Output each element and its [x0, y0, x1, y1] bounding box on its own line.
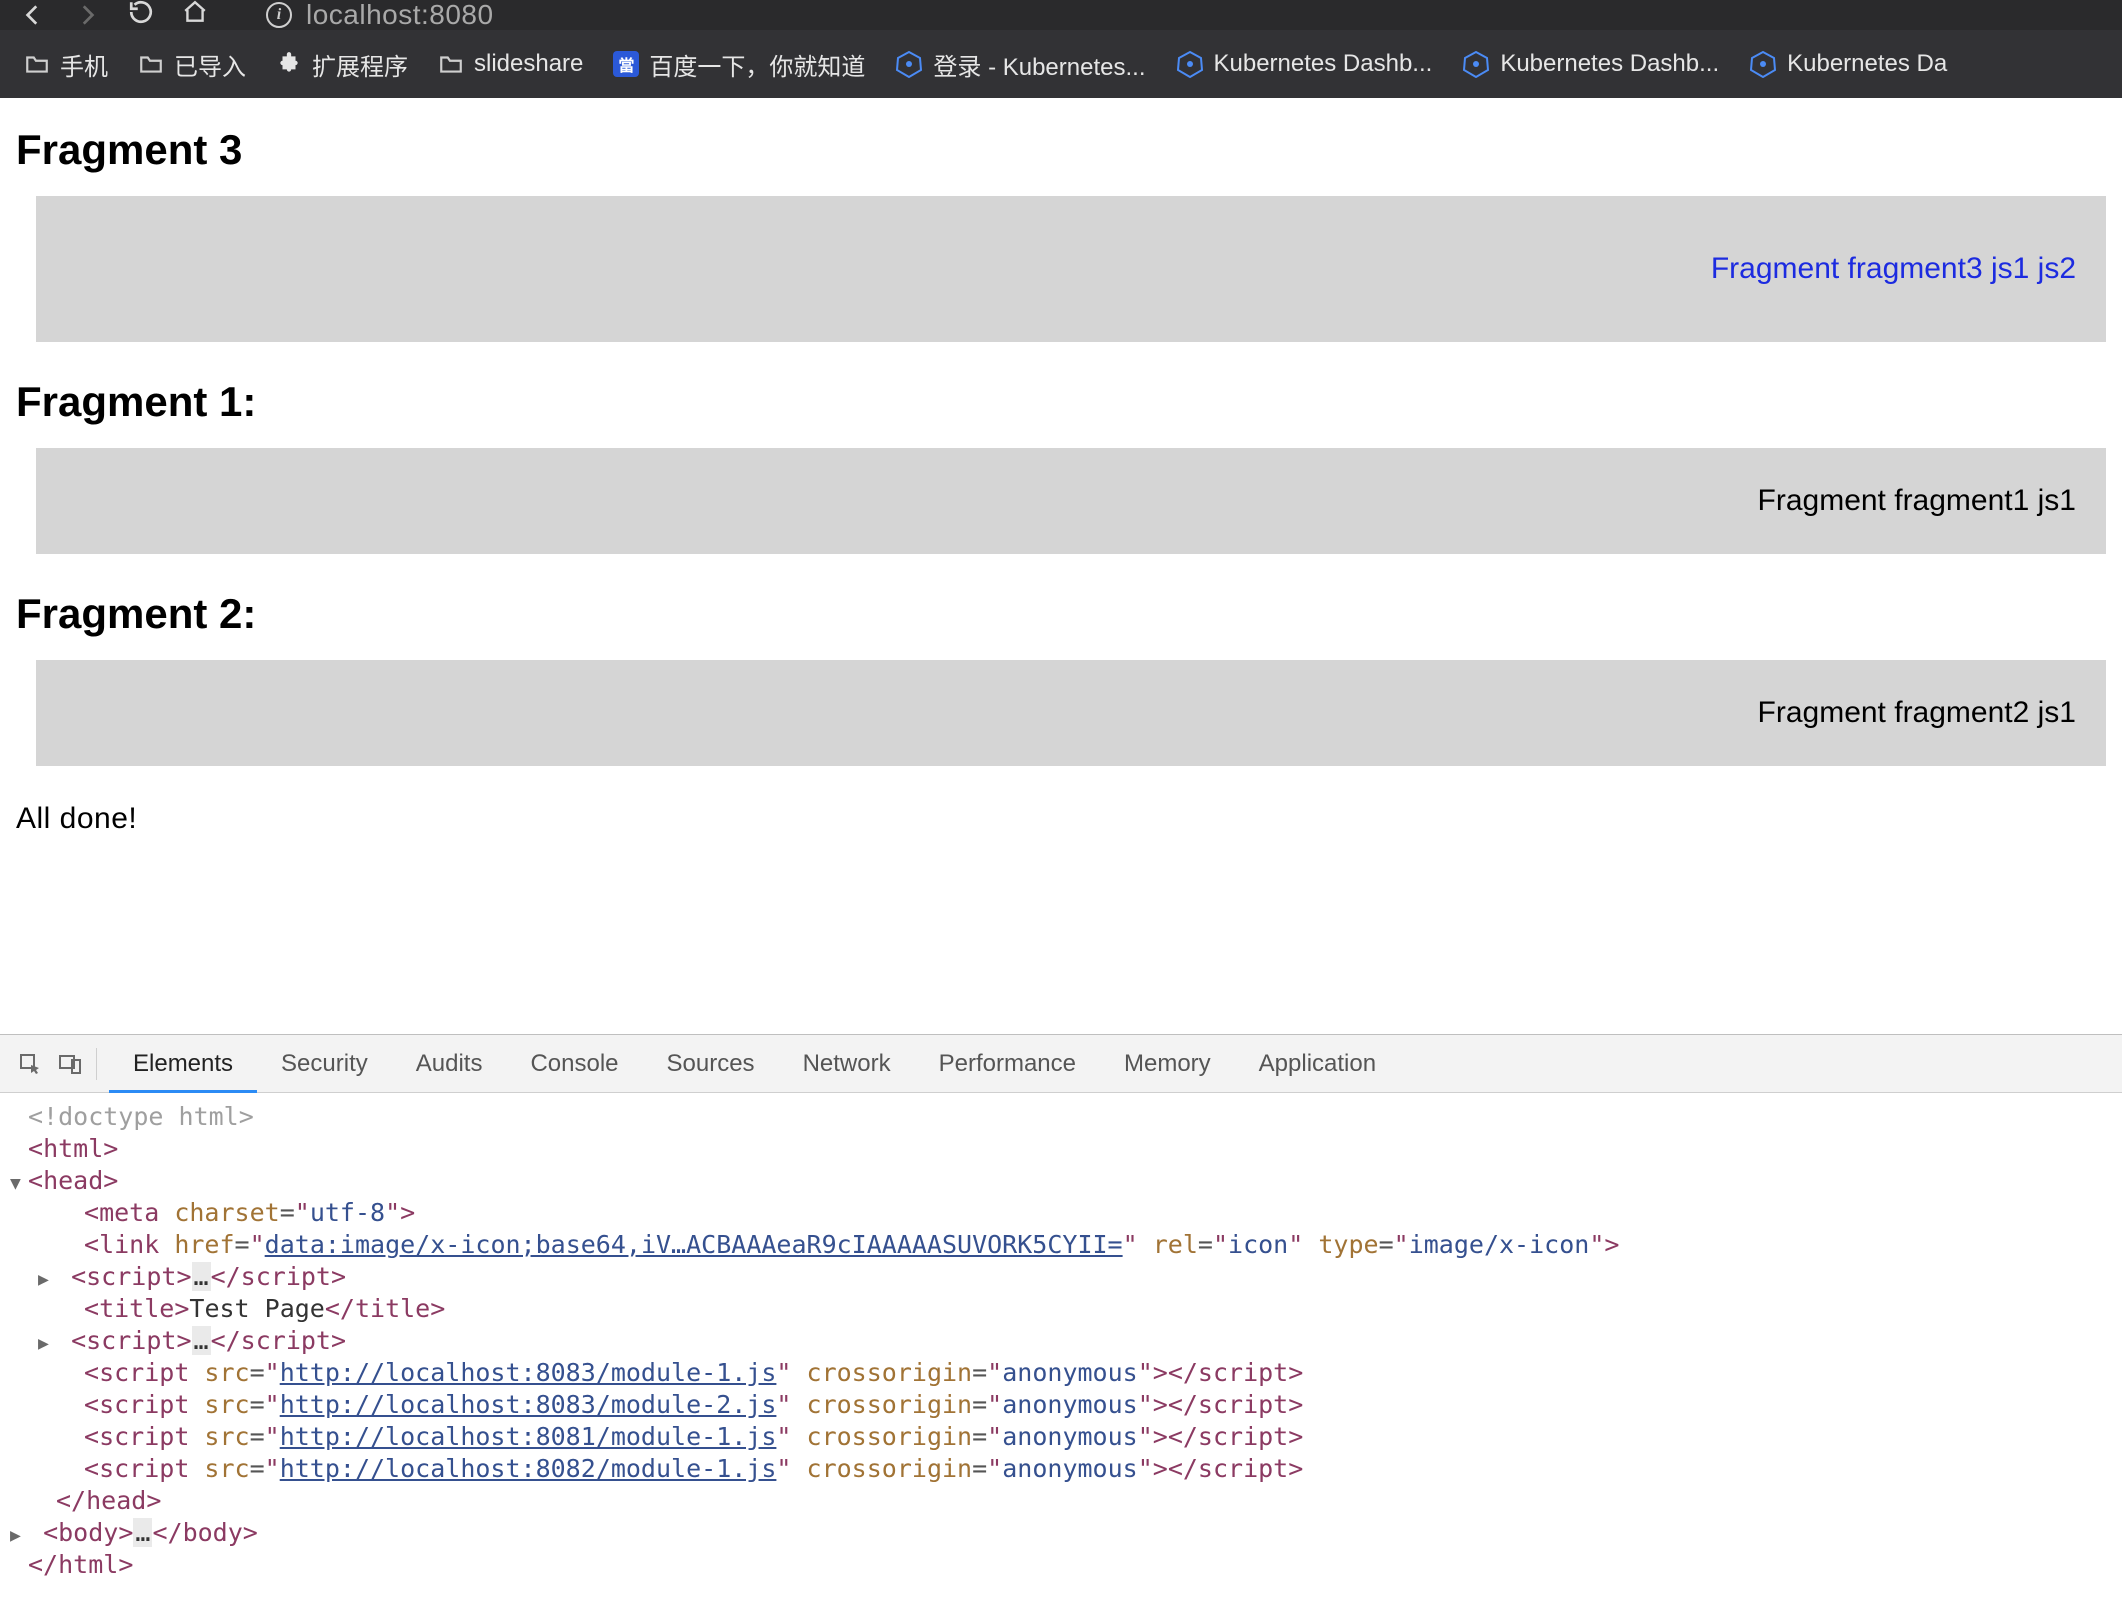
- device-toolbar-button[interactable]: [50, 1052, 90, 1076]
- kubernetes-icon: [1749, 50, 1777, 78]
- bookmark-item[interactable]: 扩展程序: [276, 47, 408, 82]
- code-line[interactable]: <link href="data:image/x-icon;base64,iV……: [28, 1229, 2122, 1261]
- bookmark-label: 扩展程序: [312, 47, 408, 82]
- separator: [96, 1048, 97, 1080]
- code-line[interactable]: <script src="http://localhost:8082/modul…: [28, 1453, 2122, 1485]
- bookmark-item[interactable]: 手机: [24, 47, 108, 82]
- devtools-tabs: Elements Security Audits Console Sources…: [0, 1035, 2122, 1093]
- fragment-text: Fragment fragment2 js1: [1758, 696, 2076, 729]
- bookmark-label: Kubernetes Dashb...: [1214, 50, 1433, 78]
- code-line[interactable]: </html>: [28, 1549, 2122, 1581]
- bookmark-item[interactable]: 登录 - Kubernetes...: [895, 47, 1145, 82]
- folder-icon: [438, 51, 464, 77]
- bookmark-item[interactable]: Kubernetes Da: [1749, 50, 1947, 78]
- bookmark-label: slideshare: [474, 50, 583, 78]
- code-line[interactable]: ▶ <script>…</script>: [28, 1325, 2122, 1357]
- code-line[interactable]: </head>: [28, 1485, 2122, 1517]
- inspect-element-button[interactable]: [10, 1052, 50, 1076]
- tab-elements[interactable]: Elements: [109, 1035, 257, 1092]
- page-content: Fragment 3 Fragment fragment3 js1 js2 Fr…: [0, 98, 2122, 1034]
- kubernetes-icon: [895, 50, 923, 78]
- address-bar[interactable]: i localhost:8080: [266, 0, 494, 31]
- fragment-heading: Fragment 3: [16, 126, 2106, 174]
- folder-icon: [24, 51, 50, 77]
- code-line[interactable]: ▼<head>: [28, 1165, 2122, 1197]
- code-line[interactable]: <script src="http://localhost:8083/modul…: [28, 1389, 2122, 1421]
- tab-sources[interactable]: Sources: [643, 1035, 779, 1092]
- bookmark-label: 登录 - Kubernetes...: [933, 47, 1145, 82]
- home-button[interactable]: [182, 0, 208, 31]
- fragment-box: Fragment fragment1 js1: [36, 448, 2106, 554]
- code-line[interactable]: ▶ <body>…</body>: [28, 1517, 2122, 1549]
- elements-tree[interactable]: <!doctype html> <html> ▼<head> <meta cha…: [0, 1093, 2122, 1605]
- bookmark-label: 已导入: [174, 47, 246, 82]
- bookmark-item[interactable]: Kubernetes Dashb...: [1176, 50, 1433, 78]
- tab-application[interactable]: Application: [1235, 1035, 1400, 1092]
- bookmark-label: 百度一下，你就知道: [649, 47, 865, 82]
- fragment-text: Fragment fragment1 js1: [1758, 484, 2076, 517]
- tab-memory[interactable]: Memory: [1100, 1035, 1235, 1092]
- fragment-heading: Fragment 1:: [16, 378, 2106, 426]
- code-doctype: <!doctype html>: [28, 1102, 254, 1131]
- tab-network[interactable]: Network: [779, 1035, 915, 1092]
- bookmark-item[interactable]: slideshare: [438, 50, 583, 78]
- baidu-icon: 當: [613, 51, 639, 77]
- folder-icon: [138, 51, 164, 77]
- fragment-box: Fragment fragment2 js1: [36, 660, 2106, 766]
- forward-button[interactable]: [74, 2, 100, 28]
- code-line[interactable]: ▶ <script>…</script>: [28, 1261, 2122, 1293]
- browser-nav-bar: i localhost:8080: [0, 0, 2122, 30]
- bookmark-label: 手机: [60, 47, 108, 82]
- devtools-panel: Elements Security Audits Console Sources…: [0, 1034, 2122, 1605]
- fragment-box: Fragment fragment3 js1 js2: [36, 196, 2106, 342]
- code-line[interactable]: <title>Test Page</title>: [28, 1293, 2122, 1325]
- bookmark-item[interactable]: 當 百度一下，你就知道: [613, 47, 865, 82]
- bookmark-label: Kubernetes Dashb...: [1500, 50, 1719, 78]
- code-line[interactable]: <meta charset="utf-8">: [28, 1197, 2122, 1229]
- code-line[interactable]: <script src="http://localhost:8081/modul…: [28, 1421, 2122, 1453]
- bookmark-label: Kubernetes Da: [1787, 50, 1947, 78]
- kubernetes-icon: [1462, 50, 1490, 78]
- bookmark-item[interactable]: 已导入: [138, 47, 246, 82]
- code-line[interactable]: <script src="http://localhost:8083/modul…: [28, 1357, 2122, 1389]
- site-info-icon[interactable]: i: [266, 2, 292, 28]
- puzzle-icon: [276, 51, 302, 77]
- tab-security[interactable]: Security: [257, 1035, 392, 1092]
- url-text: localhost:8080: [306, 0, 494, 31]
- bookmarks-bar: 手机 已导入 扩展程序 slideshare 當 百度一下，你就知道 登录 - …: [0, 30, 2122, 98]
- tab-performance[interactable]: Performance: [915, 1035, 1100, 1092]
- bookmark-item[interactable]: Kubernetes Dashb...: [1462, 50, 1719, 78]
- fragment-text: Fragment fragment3 js1 js2: [1711, 252, 2076, 285]
- fragment-heading: Fragment 2:: [16, 590, 2106, 638]
- footer-text: All done!: [16, 802, 2106, 836]
- tab-audits[interactable]: Audits: [392, 1035, 507, 1092]
- code-line[interactable]: <html>: [28, 1133, 2122, 1165]
- tab-console[interactable]: Console: [506, 1035, 642, 1092]
- back-button[interactable]: [20, 2, 46, 28]
- kubernetes-icon: [1176, 50, 1204, 78]
- reload-button[interactable]: [128, 0, 154, 32]
